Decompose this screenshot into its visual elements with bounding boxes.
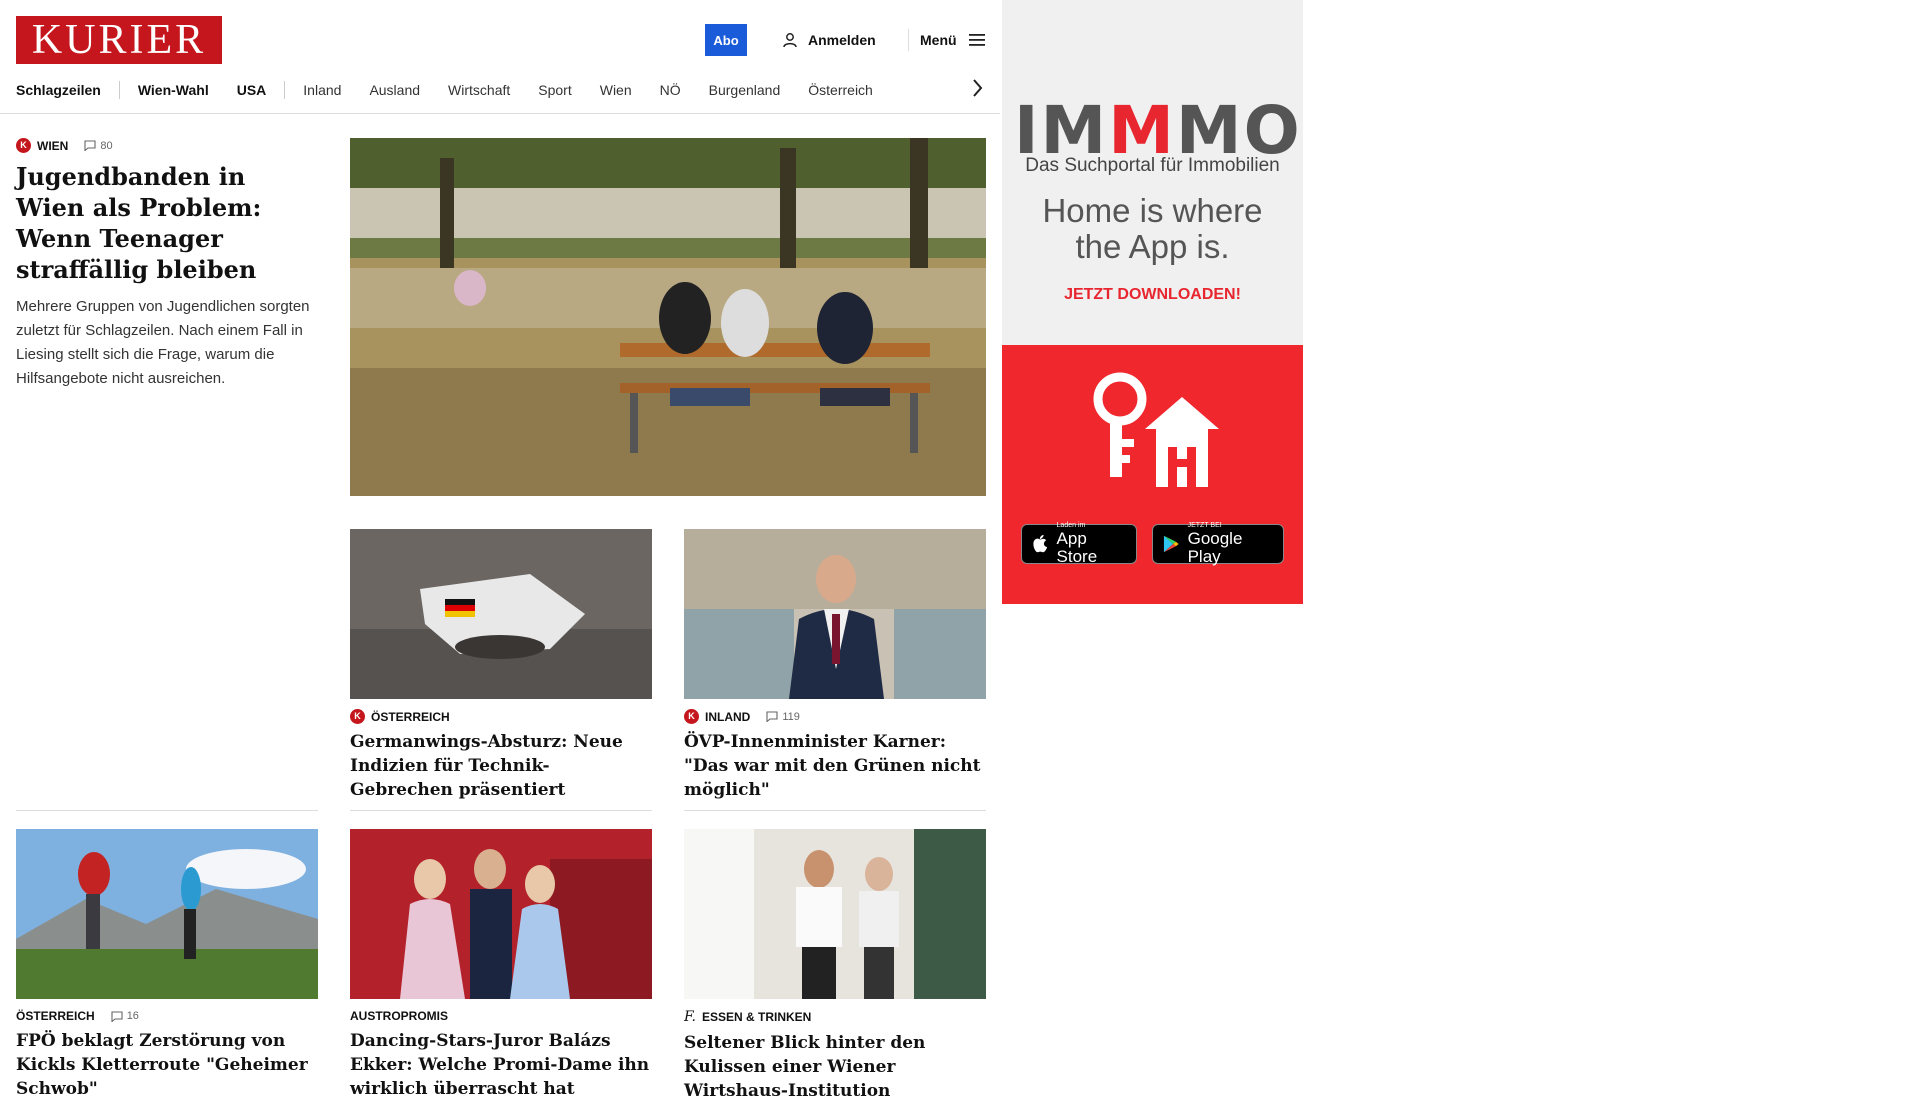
article-image-germanwings-wreckage[interactable] xyxy=(350,529,652,699)
article-card[interactable]: K ÖSTERREICH Germanwings-Absturz: Neue I… xyxy=(350,529,652,802)
card-title[interactable]: Germanwings-Absturz: Neue Indizien für T… xyxy=(350,730,652,802)
article-card[interactable]: AUSTROPROMIS Dancing-Stars-Juror Balázs … xyxy=(350,829,652,1101)
card-category[interactable]: AUSTROPROMIS xyxy=(350,1009,448,1023)
nav-divider xyxy=(284,81,286,99)
app-store-button[interactable]: Laden im App Store xyxy=(1021,522,1137,566)
ad-headline: Home is where the App is. xyxy=(1042,192,1263,265)
user-icon xyxy=(783,33,797,48)
kurier-badge-icon: K xyxy=(16,138,31,153)
nav-item-burgenland[interactable]: Burgenland xyxy=(709,82,781,98)
comment-count[interactable]: 16 xyxy=(111,1010,139,1022)
comment-count-value: 80 xyxy=(100,139,113,152)
chevron-right-icon[interactable] xyxy=(968,76,988,100)
card-category[interactable]: ÖSTERREICH xyxy=(16,1009,95,1023)
card-title[interactable]: FPÖ beklagt Zerstörung von Kickls Klette… xyxy=(16,1029,318,1101)
comment-icon xyxy=(84,140,96,151)
nav-item-noe[interactable]: NÖ xyxy=(660,82,681,98)
card-category[interactable]: ÖSTERREICH xyxy=(371,710,450,724)
comment-icon xyxy=(766,711,778,722)
nav-item-wien-wahl[interactable]: Wien-Wahl xyxy=(138,82,209,98)
ad-download-cta[interactable]: JETZT DOWNLOADEN! xyxy=(1002,286,1303,304)
immmo-advertisement[interactable]: IMMMO Das Suchportal für Immobilien Home… xyxy=(1002,0,1303,604)
comment-icon xyxy=(111,1010,123,1022)
article-card[interactable]: ÖSTERREICH 16 FPÖ beklagt Zerstörung von… xyxy=(16,829,318,1101)
card-category[interactable]: INLAND xyxy=(705,710,750,724)
comment-count-value: 16 xyxy=(126,1010,139,1022)
card-category[interactable]: ESSEN & TRINKEN xyxy=(702,1010,811,1024)
nav-item-sport[interactable]: Sport xyxy=(538,82,571,98)
article-card[interactable]: K INLAND 119 ÖVP-Innenminister Karner: "… xyxy=(684,529,986,802)
article-card[interactable]: f. ESSEN & TRINKEN Seltener Blick hinter… xyxy=(684,829,986,1103)
lead-category[interactable]: WIEN xyxy=(37,139,68,153)
nav-item-ausland[interactable]: Ausland xyxy=(369,82,420,98)
keys-house-icon xyxy=(1093,372,1219,487)
article-image-hikers-mountains[interactable] xyxy=(16,829,318,999)
site-header: KURIER Abo Anmelden Menü Schlagzeilen Wi… xyxy=(0,0,1000,114)
lead-image-park-bench[interactable] xyxy=(350,138,986,496)
section-divider xyxy=(16,810,318,811)
card-title[interactable]: Seltener Blick hinter den Kulissen einer… xyxy=(684,1031,986,1103)
article-image-dancing-stars[interactable] xyxy=(350,829,652,999)
apple-icon xyxy=(1033,534,1048,553)
abo-button[interactable]: Abo xyxy=(705,24,747,56)
nav-item-wien[interactable]: Wien xyxy=(600,82,632,98)
menu-label: Menü xyxy=(920,32,957,48)
section-divider xyxy=(684,810,986,811)
google-play-icon xyxy=(1163,535,1179,553)
article-image-wirtshaus-owners[interactable] xyxy=(684,829,986,999)
comment-count[interactable]: 80 xyxy=(84,139,113,152)
genuss-icon: f. xyxy=(684,1009,696,1025)
lead-teaser: Mehrere Gruppen von Jugendlichen sorgten… xyxy=(16,298,310,387)
menu-button[interactable]: Menü xyxy=(920,28,985,52)
card-title[interactable]: Dancing-Stars-Juror Balázs Ekker: Welche… xyxy=(350,1029,652,1101)
kurier-badge-icon: K xyxy=(350,709,365,724)
article-image-karner-portrait[interactable] xyxy=(684,529,986,699)
comment-count[interactable]: 119 xyxy=(766,711,800,723)
google-play-button[interactable]: JETZT BEI Google Play xyxy=(1152,522,1284,566)
nav-item-oesterreich[interactable]: Österreich xyxy=(808,82,873,98)
section-divider xyxy=(350,810,652,811)
main-navigation: Schlagzeilen Wien-Wahl USA Inland Auslan… xyxy=(16,78,996,102)
card-title[interactable]: ÖVP-Innenminister Karner: "Das war mit d… xyxy=(684,730,986,802)
hamburger-icon xyxy=(968,34,985,46)
kurier-badge-icon: K xyxy=(684,709,699,724)
ad-top-panel: IMMMO Das Suchportal für Immobilien Home… xyxy=(1002,0,1303,345)
nav-item-inland[interactable]: Inland xyxy=(303,82,341,98)
login-label: Anmelden xyxy=(808,32,876,48)
lead-article[interactable]: K WIEN 80 Jugendbanden in Wien als Probl… xyxy=(16,138,316,391)
app-store-label: App Store xyxy=(1056,529,1098,566)
nav-item-wirtschaft[interactable]: Wirtschaft xyxy=(448,82,510,98)
login-button[interactable]: Anmelden xyxy=(782,28,876,52)
google-play-label: Google Play xyxy=(1187,529,1243,566)
header-divider xyxy=(908,29,909,51)
ad-subtitle: Das Suchportal für Immobilien xyxy=(1025,155,1280,176)
nav-divider xyxy=(118,81,120,99)
comment-count-value: 119 xyxy=(782,710,800,723)
nav-item-schlagzeilen[interactable]: Schlagzeilen xyxy=(16,82,101,98)
lead-title[interactable]: Jugendbanden in Wien als Problem: Wenn T… xyxy=(16,161,316,285)
kurier-logo[interactable]: KURIER xyxy=(16,16,222,64)
header-divider-line xyxy=(0,113,1000,114)
nav-item-usa[interactable]: USA xyxy=(237,82,267,98)
